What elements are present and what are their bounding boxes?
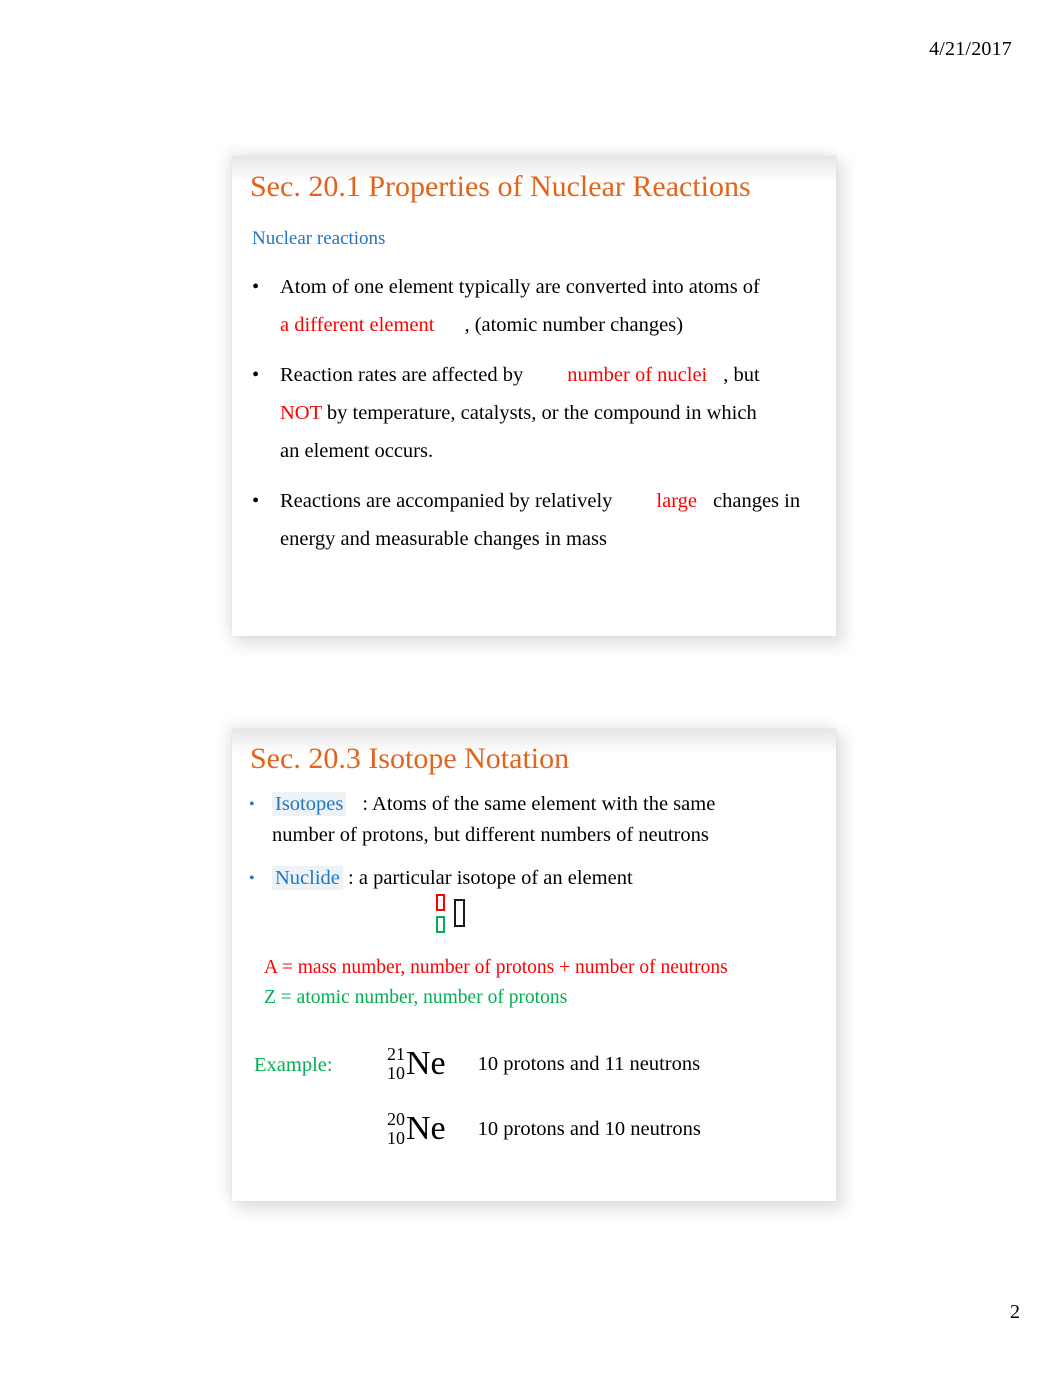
bullet-text-lead: Atom of one element typically are conver… <box>280 276 760 298</box>
isotope-mass-number: 21 <box>387 1044 405 1064</box>
bullet-marker-icon: • <box>252 276 260 298</box>
bullet-item: • Atom of one element typically are conv… <box>246 268 818 344</box>
bullet-text-tail: energy and measurable changes in mass <box>280 528 607 550</box>
bullet-text-tail: an element occurs. <box>280 440 434 462</box>
definition-text-line2: number of protons, but different numbers… <box>272 824 709 846</box>
bullet-item: • Reaction rates are affected by number o… <box>246 356 818 470</box>
isotope-notation: 21 10 Ne <box>387 1045 446 1083</box>
slide-1-subheading: Nuclear reactions <box>252 228 386 249</box>
isotope-atomic-number: 10 <box>387 1063 405 1083</box>
isotope-prescript: 21 10 <box>387 1045 405 1083</box>
isotope-element-symbol: Ne <box>406 1045 446 1082</box>
bullet-text-mid: , but <box>723 364 760 386</box>
bullet-marker-icon: • <box>249 870 255 887</box>
isotope-description: 10 protons and 11 neutrons <box>477 1052 701 1075</box>
mass-number-missing-glyph-icon <box>436 894 445 911</box>
bullet-highlight-term: a different element <box>280 314 435 336</box>
definition-item: • Nuclide : a particular isotope of an e… <box>240 863 820 894</box>
bullet-marker-icon: • <box>252 364 260 386</box>
isotope-description: 10 protons and 10 neutrons <box>477 1117 701 1140</box>
page-number: 2 <box>1010 1301 1020 1323</box>
slide-2-definition-list: • Isotopes : Atoms of the same element wi… <box>240 789 820 906</box>
atomic-number-missing-glyph-icon <box>436 916 445 933</box>
definition-term: Isotopes <box>272 792 347 816</box>
slide-1-title: Sec. 20.1 Properties of Nuclear Reaction… <box>250 170 751 203</box>
definition-text: : Atoms of the same element with the sam… <box>362 793 716 815</box>
bullet-text-lead: Reactions are accompanied by relatively <box>280 490 613 512</box>
slide-card-1: Sec. 20.1 Properties of Nuclear Reaction… <box>232 156 836 636</box>
nuclide-notation-symbol <box>428 894 498 942</box>
legend-atomic-number: Z = atomic number, number of protons <box>264 987 568 1008</box>
slide-2-title: Sec. 20.3 Isotope Notation <box>250 742 570 775</box>
page-date: 4/21/2017 <box>929 38 1012 60</box>
bullet-text-mid: changes in <box>713 490 801 512</box>
bullet-text-tail: , (atomic number changes) <box>464 314 684 336</box>
isotope-element-symbol: Ne <box>406 1110 446 1147</box>
bullet-marker-icon: • <box>249 796 255 813</box>
bullet-highlight-not: NOT <box>280 402 322 424</box>
definition-item: • Isotopes : Atoms of the same element wi… <box>240 789 820 851</box>
bullet-highlight-term: number of nuclei <box>567 364 708 386</box>
definition-term: Nuclide <box>272 866 343 890</box>
legend-mass-number: A = mass number, number of protons + num… <box>264 957 728 978</box>
slide-card-2: Sec. 20.3 Isotope Notation • Isotopes : A… <box>232 729 836 1201</box>
bullet-text-cont: by temperature, catalysts, or the compou… <box>326 402 757 424</box>
isotope-prescript: 20 10 <box>387 1110 405 1148</box>
example-row: 21 10 Ne 10 protons and 11 neutrons <box>387 1045 700 1083</box>
bullet-marker-icon: • <box>252 490 260 512</box>
example-label: Example: <box>254 1054 333 1076</box>
isotope-atomic-number: 10 <box>387 1128 405 1148</box>
isotope-notation: 20 10 Ne <box>387 1110 446 1148</box>
element-symbol-missing-glyph-icon <box>454 899 465 927</box>
definition-text: : a particular isotope of an element <box>348 867 633 889</box>
bullet-highlight-term: large <box>656 490 698 512</box>
example-row: 20 10 Ne 10 protons and 10 neutrons <box>387 1110 701 1148</box>
bullet-text-lead: Reaction rates are affected by <box>280 364 524 386</box>
bullet-item: • Reactions are accompanied by relativel… <box>246 482 818 558</box>
isotope-mass-number: 20 <box>387 1109 405 1129</box>
slide-1-bullet-list: • Atom of one element typically are conv… <box>246 268 818 570</box>
